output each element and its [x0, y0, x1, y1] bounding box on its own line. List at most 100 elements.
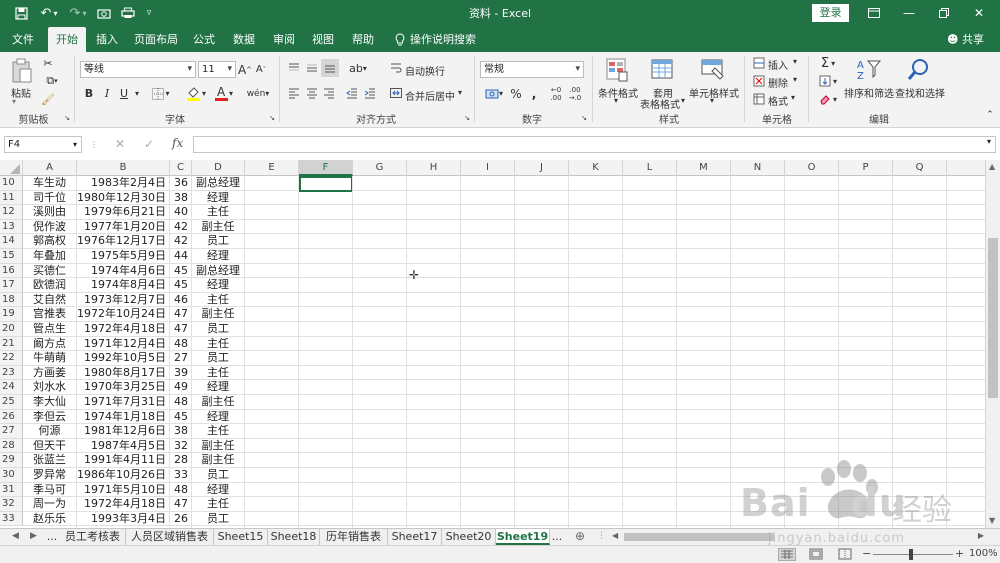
page-layout-view-icon[interactable]: [809, 548, 825, 561]
column-header-d[interactable]: D: [192, 160, 245, 176]
column-header-g[interactable]: G: [353, 160, 407, 176]
merge-dropdown-icon[interactable]: ▾: [458, 88, 462, 97]
column-header-c[interactable]: C: [170, 160, 192, 176]
zoom-level[interactable]: 100%: [969, 548, 998, 559]
column-header-n[interactable]: N: [731, 160, 785, 176]
cell-b[interactable]: 1992年10月5日: [77, 351, 170, 366]
cell-c[interactable]: 48: [170, 395, 192, 410]
row-header[interactable]: 25: [0, 395, 23, 410]
scroll-up-icon[interactable]: ▲: [989, 162, 995, 171]
cell-c[interactable]: 32: [170, 438, 192, 454]
cell-b[interactable]: 1972年4月18日: [77, 322, 170, 337]
cell-d[interactable]: 主任: [192, 292, 245, 308]
column-header-m[interactable]: M: [677, 160, 731, 176]
tab-splitter-icon[interactable]: ⋮: [597, 531, 606, 541]
wrap-text-label[interactable]: 自动换行: [405, 63, 445, 78]
fill-color-icon[interactable]: ▾: [184, 84, 208, 102]
column-header-q[interactable]: Q: [893, 160, 947, 176]
cell-a[interactable]: 张蓝兰: [23, 453, 77, 468]
font-launcher-icon[interactable]: ↘: [268, 114, 276, 122]
clear-icon[interactable]: ▾: [815, 92, 841, 106]
cell-c[interactable]: 47: [170, 322, 192, 337]
format-dropdown-icon[interactable]: ▾: [791, 93, 795, 102]
format-as-table-label-2[interactable]: 表格格式: [640, 96, 680, 111]
horizontal-scroll-thumb[interactable]: [624, 533, 774, 541]
cell-c[interactable]: 28: [170, 453, 192, 468]
cell-a[interactable]: 赵乐乐: [23, 511, 77, 527]
cell-a[interactable]: 溪则由: [23, 205, 77, 220]
cell-d[interactable]: 主任: [192, 205, 245, 220]
percent-button[interactable]: %: [508, 85, 524, 102]
ribbon-display-icon[interactable]: [860, 3, 888, 23]
row-header[interactable]: 11: [0, 190, 23, 206]
share-button[interactable]: ☻ 共享: [947, 27, 984, 52]
row-header[interactable]: 26: [0, 409, 23, 425]
formula-input[interactable]: ▾: [193, 136, 996, 153]
row-header[interactable]: 29: [0, 453, 23, 468]
autosum-icon[interactable]: Σ ▾: [815, 56, 841, 71]
cell-b[interactable]: 1976年12月17日: [77, 234, 170, 249]
formula-bar-splitter-icon[interactable]: ⋮: [90, 140, 98, 149]
cell-b[interactable]: 1972年10月24日: [77, 307, 170, 322]
bold-button[interactable]: B: [81, 85, 97, 102]
cell-d[interactable]: 副主任: [192, 219, 245, 235]
close-icon[interactable]: ✕: [965, 3, 993, 23]
login-button[interactable]: 登录: [812, 4, 849, 22]
cell-styles-dropdown-icon[interactable]: ▾: [710, 96, 714, 105]
fill-icon[interactable]: ▾: [815, 74, 841, 88]
cell-d[interactable]: 员工: [192, 511, 245, 527]
column-header-f[interactable]: F: [299, 160, 353, 176]
cell-b[interactable]: 1991年4月11日: [77, 453, 170, 468]
insert-function-icon[interactable]: fx: [172, 136, 183, 150]
zoom-slider-knob[interactable]: [909, 549, 913, 560]
cell-a[interactable]: 方画姜: [23, 365, 77, 381]
sheet-tab[interactable]: 员工考核表: [60, 529, 126, 545]
cell-b[interactable]: 1970年3月25日: [77, 380, 170, 395]
cell-a[interactable]: 艾自然: [23, 292, 77, 308]
cell-c[interactable]: 47: [170, 307, 192, 322]
row-header[interactable]: 33: [0, 511, 23, 527]
column-header-l[interactable]: L: [623, 160, 677, 176]
cell-d[interactable]: 经理: [192, 249, 245, 264]
cell-c[interactable]: 38: [170, 424, 192, 439]
row-header[interactable]: 12: [0, 205, 23, 220]
merge-center-icon[interactable]: [388, 85, 404, 101]
align-middle-icon[interactable]: [304, 60, 320, 76]
borders-icon[interactable]: ▾: [150, 85, 172, 102]
tab-home[interactable]: 开始: [48, 27, 86, 52]
row-header[interactable]: 13: [0, 219, 23, 235]
zoom-slider-track[interactable]: [873, 554, 953, 555]
cell-c[interactable]: 44: [170, 249, 192, 264]
cell-b[interactable]: 1971年7月31日: [77, 395, 170, 410]
tab-file[interactable]: 文件: [4, 27, 42, 52]
conditional-formatting-icon[interactable]: [605, 57, 629, 82]
cell-a[interactable]: 季马可: [23, 482, 77, 498]
alignment-launcher-icon[interactable]: ↘: [463, 114, 471, 122]
cell-a[interactable]: 何源: [23, 424, 77, 439]
cell-c[interactable]: 45: [170, 409, 192, 425]
sort-filter-icon[interactable]: AZ: [856, 57, 882, 82]
underline-button[interactable]: U: [116, 85, 132, 102]
delete-dropdown-icon[interactable]: ▾: [793, 75, 797, 84]
tell-me-search[interactable]: 操作说明搜索: [410, 27, 476, 52]
align-center-icon[interactable]: [304, 85, 320, 101]
cell-d[interactable]: 员工: [192, 468, 245, 483]
zoom-out-icon[interactable]: −: [862, 547, 871, 560]
tab-help[interactable]: 帮助: [345, 27, 381, 52]
delete-cells-label[interactable]: 删除: [768, 75, 788, 90]
cell-a[interactable]: 李大仙: [23, 395, 77, 410]
accounting-format-icon[interactable]: ▾: [482, 85, 506, 102]
cell-c[interactable]: 45: [170, 263, 192, 279]
row-header[interactable]: 32: [0, 497, 23, 512]
row-header[interactable]: 21: [0, 336, 23, 352]
cell-a[interactable]: 阚方点: [23, 336, 77, 352]
cell-b[interactable]: 1971年12月4日: [77, 336, 170, 352]
cell-b[interactable]: 1980年12月30日: [77, 190, 170, 206]
cell-d[interactable]: 副总经理: [192, 176, 245, 191]
column-header-e[interactable]: E: [245, 160, 299, 176]
cell-d[interactable]: 经理: [192, 482, 245, 498]
column-header-p[interactable]: P: [839, 160, 893, 176]
cell-b[interactable]: 1974年1月18日: [77, 409, 170, 425]
tab-review[interactable]: 审阅: [266, 27, 302, 52]
format-cells-icon[interactable]: [752, 92, 766, 106]
